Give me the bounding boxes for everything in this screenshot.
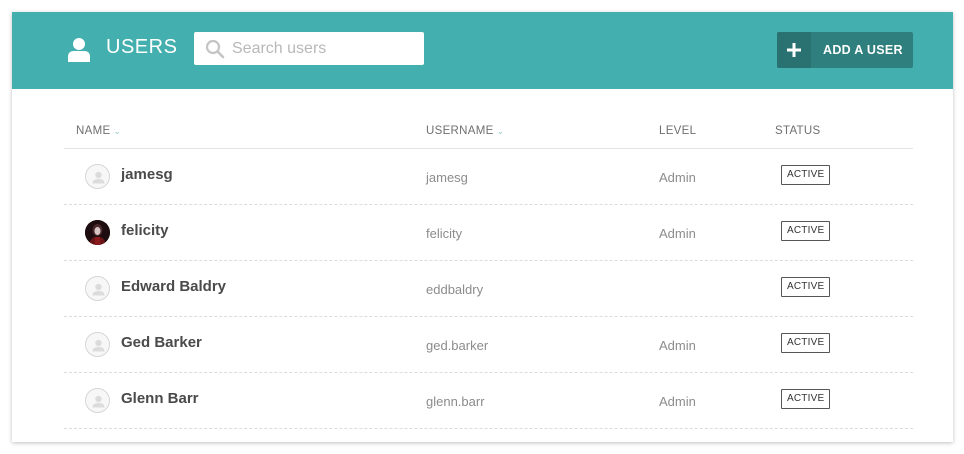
- user-level: Admin: [659, 338, 696, 353]
- column-header-level: LEVEL: [659, 125, 697, 137]
- user-username: ged.barker: [426, 338, 489, 353]
- user-username: jamesg: [426, 170, 468, 185]
- status-badge: ACTIVE: [781, 333, 831, 353]
- column-header-name[interactable]: NAME ⌄: [76, 125, 121, 137]
- user-username: felicity: [426, 226, 463, 241]
- add-user-label: ADD A USER: [823, 43, 903, 57]
- page-title: USERS: [106, 36, 178, 58]
- user-name[interactable]: felicity: [121, 222, 169, 239]
- photo-avatar: [85, 220, 110, 245]
- add-user-button[interactable]: ADD A USER: [777, 32, 913, 68]
- status-badge: ACTIVE: [781, 165, 831, 185]
- user-username: glenn.barr: [426, 394, 485, 409]
- table-row[interactable]: Ged Barker ged.barker Admin ACTIVE: [64, 317, 913, 373]
- table-row[interactable]: Glenn Barr glenn.barr Admin ACTIVE: [64, 373, 913, 429]
- user-level: Admin: [659, 170, 696, 185]
- search-input[interactable]: [232, 32, 418, 65]
- row-divider: [64, 428, 913, 429]
- placeholder-avatar-icon: [85, 164, 110, 189]
- plus-icon: [787, 43, 801, 57]
- user-name[interactable]: Glenn Barr: [121, 390, 199, 407]
- users-panel: USERS ADD A USER NAME⌄ USERNAME⌄ LEVEL S…: [12, 12, 953, 442]
- status-badge: ACTIVE: [781, 221, 831, 241]
- column-header-username[interactable]: USERNAME ⌄: [426, 125, 504, 137]
- placeholder-avatar-icon: [85, 276, 110, 301]
- users-header-bar: USERS ADD A USER: [12, 12, 953, 89]
- search-icon: [205, 39, 225, 59]
- placeholder-avatar-icon: [85, 332, 110, 357]
- user-level: Admin: [659, 226, 696, 241]
- search-box[interactable]: [194, 32, 424, 65]
- user-name[interactable]: Edward Baldry: [121, 278, 226, 295]
- add-icon-box: [777, 32, 811, 68]
- user-name[interactable]: jamesg: [121, 166, 173, 183]
- user-level: Admin: [659, 394, 696, 409]
- placeholder-avatar-icon: [85, 388, 110, 413]
- column-header-name-label: NAME: [76, 125, 111, 137]
- user-username: eddbaldry: [426, 282, 484, 297]
- column-header-status: STATUS: [775, 125, 821, 137]
- table-row[interactable]: jamesg jamesg Admin ACTIVE: [64, 149, 913, 205]
- status-badge: ACTIVE: [781, 277, 831, 297]
- table-row[interactable]: felicity felicity Admin ACTIVE: [64, 205, 913, 261]
- user-name[interactable]: Ged Barker: [121, 334, 202, 351]
- status-badge: ACTIVE: [781, 389, 831, 409]
- table-row[interactable]: Edward Baldry eddbaldry ACTIVE: [64, 261, 913, 317]
- user-icon: [68, 38, 90, 62]
- column-header-username-label: USERNAME: [426, 125, 494, 137]
- chevron-down-icon: ⌄: [496, 126, 505, 136]
- chevron-down-icon: ⌄: [113, 126, 122, 136]
